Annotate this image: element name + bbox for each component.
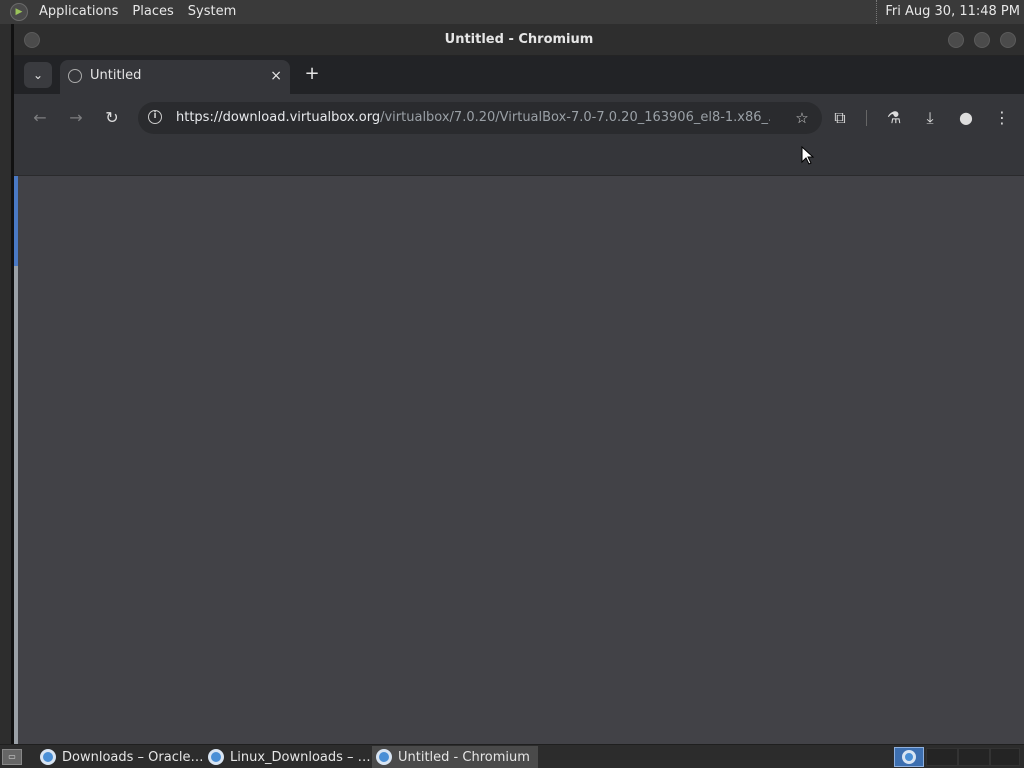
info-icon[interactable]: i — [148, 110, 162, 124]
window-titlebar[interactable]: Untitled - Chromium — [14, 24, 1024, 56]
chevron-down-icon: ⌄ — [32, 68, 44, 82]
download-icon[interactable]: ⤓ — [918, 106, 942, 130]
taskbar: ▭ Downloads – Oracle… Linux_Downloads – … — [0, 744, 1024, 768]
workspace-4[interactable] — [990, 748, 1020, 766]
panel-clock[interactable]: Fri Aug 30, 11:48 PM — [876, 0, 1020, 24]
workspace-3[interactable] — [958, 748, 990, 766]
workspace-2[interactable] — [926, 748, 958, 766]
chromium-icon — [902, 750, 916, 764]
distro-logo-icon[interactable]: ▶ — [10, 3, 28, 21]
task-untitled-chromium[interactable]: Untitled - Chromium — [372, 746, 538, 768]
applications-menu[interactable]: Applications — [32, 0, 125, 24]
task-label: Downloads – Oracle… — [62, 749, 204, 765]
address-bar[interactable]: i https://download.virtualbox.org/virtua… — [138, 102, 822, 134]
task-label: Untitled - Chromium — [398, 749, 530, 765]
back-button[interactable]: ← — [28, 106, 52, 130]
desktop-left-edge — [0, 24, 14, 744]
window-menu-button[interactable] — [24, 32, 40, 48]
browser-toolbar: ← → ↻ i https://download.virtualbox.org/… — [14, 94, 1024, 142]
places-menu[interactable]: Places — [125, 0, 180, 24]
url-host: https://download.virtualbox.org — [176, 110, 381, 125]
menu-kebab-icon[interactable]: ⋮ — [990, 106, 1014, 130]
chromium-icon — [376, 749, 392, 765]
labs-flask-icon[interactable]: ⚗ — [882, 106, 906, 130]
extensions-icon[interactable]: ⧉ — [828, 106, 852, 130]
show-desktop-icon[interactable]: ▭ — [2, 749, 22, 765]
window-title: Untitled - Chromium — [444, 32, 594, 47]
chromium-icon — [208, 749, 224, 765]
reload-button[interactable]: ↻ — [100, 106, 124, 130]
bookmark-star-icon[interactable]: ☆ — [790, 106, 814, 130]
profile-icon[interactable]: ● — [954, 106, 978, 130]
new-tab-button[interactable]: + — [300, 62, 324, 86]
forward-button[interactable]: → — [64, 106, 88, 130]
workspace-1-active[interactable] — [894, 747, 924, 767]
url-path: /virtualbox/7.0.20/VirtualBox-7.0-7.0.20… — [380, 110, 770, 125]
chromium-icon — [40, 749, 56, 765]
maximize-button[interactable] — [974, 32, 990, 48]
tab-title: Untitled — [90, 68, 142, 83]
tab-search-button[interactable]: ⌄ — [24, 62, 52, 88]
task-label: Linux_Downloads – … — [230, 749, 371, 765]
task-downloads-oracle[interactable]: Downloads – Oracle… — [36, 746, 204, 768]
tab-close-icon[interactable]: × — [270, 60, 282, 92]
toolbar-separator — [866, 110, 867, 126]
system-menu[interactable]: System — [181, 0, 243, 24]
tab-untitled[interactable]: Untitled × — [60, 60, 290, 94]
task-linux-downloads[interactable]: Linux_Downloads – … — [204, 746, 371, 768]
panel-menu: ▶ Applications Places System — [0, 0, 243, 24]
browser-window: Untitled - Chromium ⌄ Untitled × + ← → ↻… — [14, 24, 1024, 744]
mouse-cursor-icon — [801, 146, 815, 165]
globe-icon — [68, 69, 82, 83]
page-content[interactable] — [18, 176, 1024, 744]
tab-strip: ⌄ Untitled × + — [14, 56, 1024, 94]
window-close-button[interactable] — [1000, 32, 1016, 48]
bookmark-bar — [14, 142, 1024, 176]
url-text[interactable]: https://download.virtualbox.org/virtualb… — [176, 102, 770, 134]
minimize-button[interactable] — [948, 32, 964, 48]
top-panel: ▶ Applications Places System Fri Aug 30,… — [0, 0, 1024, 24]
